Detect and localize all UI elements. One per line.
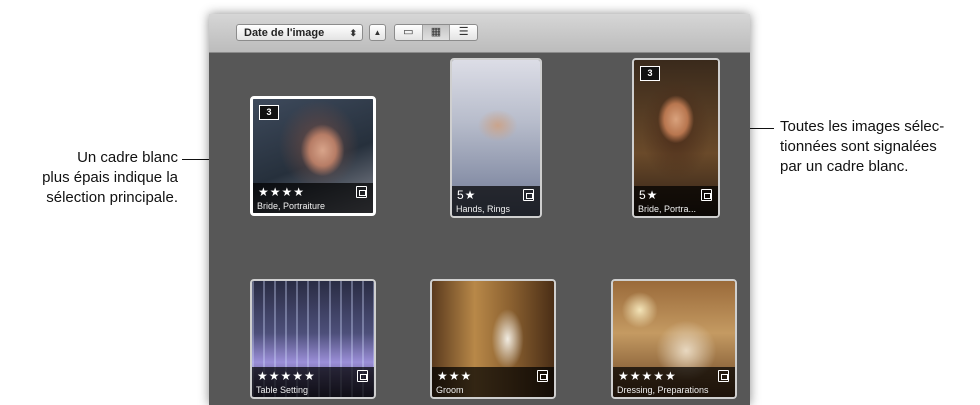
filmstrip-view-icon[interactable]: ▭ bbox=[395, 25, 423, 40]
thumbnail-bride-portraiture[interactable]: 3 ★★★★ Bride, Portraiture bbox=[250, 96, 376, 216]
thumbnail-meta: ★★★★★ Dressing, Preparations bbox=[613, 367, 735, 397]
sort-by-select[interactable]: Date de l'image ⬍ bbox=[236, 24, 363, 41]
image-browser-panel: Date de l'image ⬍ ▲ ▭ ▦ ☰ 3 ★★★★ Bride, … bbox=[209, 14, 750, 405]
thumbnail-meta: ★★★ Groom bbox=[432, 367, 554, 397]
thumbnail-caption: Table Setting bbox=[256, 385, 309, 395]
callout-line: plus épais indique la bbox=[42, 169, 178, 186]
thumbnail-caption: Bride, Portra... bbox=[638, 204, 697, 214]
master-file-icon bbox=[701, 189, 712, 201]
thumbnail-table-setting[interactable]: ★★★★★ Table Setting bbox=[250, 279, 376, 399]
list-view-icon[interactable]: ☰ bbox=[450, 25, 477, 40]
thumbnail-caption: Hands, Rings bbox=[456, 204, 511, 214]
thumbnail-bride-portrait-2[interactable]: 3 5★ Bride, Portra... bbox=[632, 58, 720, 218]
master-file-icon bbox=[537, 370, 548, 382]
rating-stars: ★★★★★ bbox=[257, 369, 316, 383]
thumbnail-caption: Groom bbox=[436, 385, 464, 395]
master-file-icon bbox=[357, 370, 368, 382]
callout-line: Un cadre blanc bbox=[77, 149, 178, 166]
stack-count-badge: 3 bbox=[259, 105, 279, 120]
callout-primary-selection: Un cadre blanc plus épais indique la sél… bbox=[0, 148, 178, 208]
stack-count-badge: 3 bbox=[640, 66, 660, 81]
callout-line: par un cadre blanc. bbox=[780, 158, 909, 175]
view-mode-group: ▭ ▦ ☰ bbox=[394, 24, 478, 41]
sort-by-label: Date de l'image bbox=[244, 27, 325, 39]
master-file-icon bbox=[356, 186, 367, 198]
master-file-icon bbox=[718, 370, 729, 382]
thumbnail-meta: 5★ Bride, Portra... bbox=[634, 186, 718, 216]
thumbnail-caption: Dressing, Preparations bbox=[617, 385, 709, 395]
rating-stars: ★★★★ bbox=[258, 185, 306, 199]
thumbnail-meta: ★★★★★ Table Setting bbox=[252, 367, 374, 397]
browser-toolbar: Date de l'image ⬍ ▲ ▭ ▦ ☰ bbox=[209, 14, 750, 53]
thumbnail-meta: 5★ Hands, Rings bbox=[452, 186, 540, 216]
thumbnail-meta: ★★★★ Bride, Portraiture bbox=[253, 183, 373, 213]
callout-line: Toutes les images sélec- bbox=[780, 118, 945, 135]
thumbnail-groom[interactable]: ★★★ Groom bbox=[430, 279, 556, 399]
rating-stars: ★★★★★ bbox=[618, 369, 677, 383]
callout-line: sélection principale. bbox=[46, 189, 178, 206]
sort-direction-button[interactable]: ▲ bbox=[369, 24, 386, 41]
thumbnail-dressing-preparations[interactable]: ★★★★★ Dressing, Preparations bbox=[611, 279, 737, 399]
master-file-icon bbox=[523, 189, 534, 201]
rating-stars: ★★★ bbox=[437, 369, 473, 383]
rating-stars: 5★ bbox=[457, 188, 477, 202]
grid-view-icon[interactable]: ▦ bbox=[422, 25, 451, 40]
callout-line: tionnées sont signalées bbox=[780, 138, 937, 155]
rating-stars: 5★ bbox=[639, 188, 659, 202]
thumbnail-hands-rings[interactable]: 5★ Hands, Rings bbox=[450, 58, 542, 218]
thumbnail-caption: Bride, Portraiture bbox=[257, 201, 326, 211]
select-arrows-icon: ⬍ bbox=[349, 28, 357, 38]
callout-all-selected: Toutes les images sélec- tionnées sont s… bbox=[780, 117, 980, 177]
